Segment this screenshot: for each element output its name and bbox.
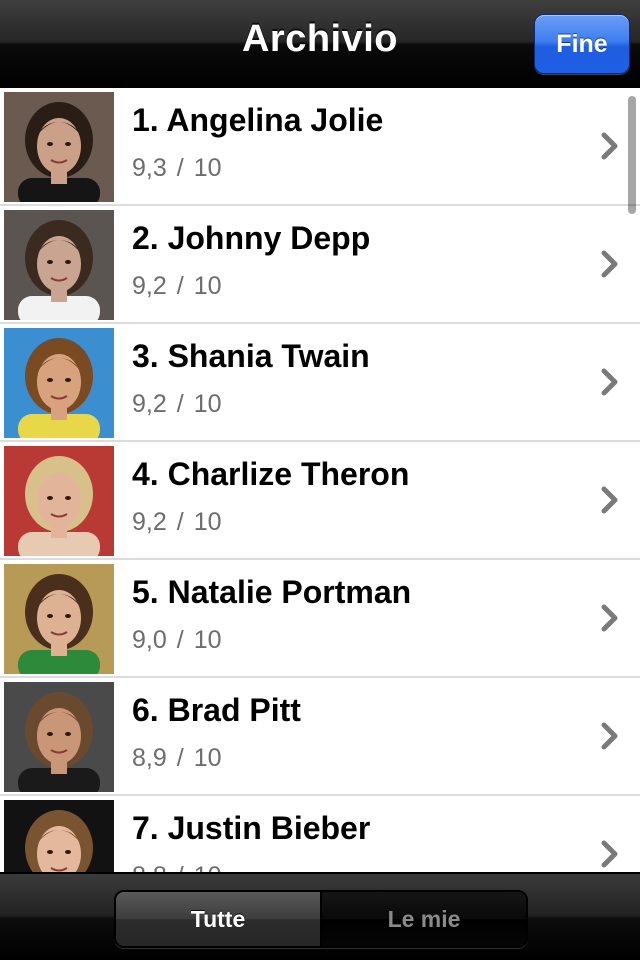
scrollbar[interactable] bbox=[628, 96, 636, 214]
rating-max: 10 bbox=[193, 626, 222, 654]
rating-separator: / bbox=[167, 862, 194, 872]
rating-score: 9,0 bbox=[132, 626, 167, 654]
celebrity-name: 6. Brad Pitt bbox=[132, 692, 301, 728]
chevron-right-icon bbox=[601, 604, 618, 632]
rating-text: 8,9 / 10 bbox=[132, 744, 222, 773]
avatar bbox=[4, 328, 114, 438]
rating-separator: / bbox=[176, 744, 184, 772]
list-item[interactable]: 6. Brad Pitt 8,9 / 10 bbox=[0, 678, 640, 796]
chevron-right-icon bbox=[601, 250, 618, 278]
navigation-bar: Archivio Fine bbox=[0, 0, 640, 88]
rating-max: 10 bbox=[193, 154, 222, 182]
avatar bbox=[4, 92, 114, 202]
avatar bbox=[4, 682, 114, 792]
rating-separator: / bbox=[176, 626, 184, 654]
photo-angelina-jolie bbox=[4, 92, 114, 202]
rating-score: 9,2 bbox=[132, 390, 167, 418]
rating-separator: / bbox=[176, 508, 184, 536]
chevron-right-icon bbox=[601, 722, 618, 750]
list-item[interactable]: 2. Johnny Depp 9,2 / 10 bbox=[0, 206, 640, 324]
rating-score: 9,2 bbox=[132, 508, 167, 536]
rating-text: 9,2 / 10 bbox=[132, 272, 222, 301]
celebrity-name: 4. Charlize Theron bbox=[132, 456, 410, 492]
chevron-right-icon bbox=[601, 486, 618, 514]
rating-text: 9,3 / 10 bbox=[132, 154, 222, 183]
photo-johnny-depp bbox=[4, 210, 114, 320]
rating-score: 8,8 bbox=[132, 862, 167, 872]
list-item[interactable]: 5. Natalie Portman 9,0 / 10 bbox=[0, 560, 640, 678]
celebrity-name: 7. Justin Bieber bbox=[132, 810, 371, 846]
celebrity-name: 5. Natalie Portman bbox=[132, 574, 412, 610]
rating-separator: / bbox=[176, 390, 184, 418]
rating-text: 9,2 / 10 bbox=[132, 390, 222, 419]
avatar bbox=[4, 800, 114, 872]
app-screen: Archivio Fine 1. Angelina Jolie 9,3/10 2. … bbox=[0, 0, 640, 960]
rating-max: 10 bbox=[193, 508, 222, 536]
list-item[interactable]: 7. Justin Bieber 8,8/10 bbox=[0, 796, 640, 872]
photo-charlize-theron bbox=[4, 446, 114, 556]
photo-natalie-portman bbox=[4, 564, 114, 674]
list-item[interactable]: 3. Shania Twain 9,2 / 10 bbox=[0, 324, 640, 442]
rating-score: 9,2 bbox=[132, 272, 167, 300]
avatar bbox=[4, 564, 114, 674]
avatar bbox=[4, 446, 114, 556]
rating-separator: / bbox=[176, 154, 184, 182]
rating-max: 10 bbox=[193, 272, 222, 300]
rating-text: 9,0 / 10 bbox=[132, 626, 222, 655]
filter-segmented-control: Tutte Le mie bbox=[114, 890, 528, 948]
rating-max: 10 bbox=[194, 862, 222, 872]
rating-separator: / bbox=[176, 272, 184, 300]
chevron-right-icon bbox=[601, 840, 618, 868]
rating-text: 8,8/10 bbox=[132, 862, 222, 872]
photo-shania-twain bbox=[4, 328, 114, 438]
list-item[interactable]: 1. Angelina Jolie 9,3 / 10 bbox=[0, 88, 640, 206]
segment-all[interactable]: Tutte bbox=[116, 892, 322, 946]
chevron-right-icon bbox=[601, 132, 618, 160]
celebrity-name: 2. Johnny Depp bbox=[132, 220, 371, 256]
photo-brad-pitt bbox=[4, 682, 114, 792]
celebrity-name: 1. Angelina Jolie bbox=[132, 102, 384, 138]
chevron-right-icon bbox=[601, 368, 618, 396]
done-button[interactable]: Fine bbox=[534, 14, 630, 74]
rating-text: 9,2 / 10 bbox=[132, 508, 222, 537]
list-item[interactable]: 4. Charlize Theron 9,2 / 10 bbox=[0, 442, 640, 560]
rating-max: 10 bbox=[193, 744, 222, 772]
avatar bbox=[4, 210, 114, 320]
segment-mine[interactable]: Le mie bbox=[322, 892, 526, 946]
rating-score: 9,3 bbox=[132, 154, 167, 182]
bottom-toolbar: Tutte Le mie bbox=[0, 872, 640, 960]
rating-max: 10 bbox=[193, 390, 222, 418]
photo-justin-bieber bbox=[4, 800, 114, 872]
celebrity-name: 3. Shania Twain bbox=[132, 338, 370, 374]
ranking-list[interactable]: 1. Angelina Jolie 9,3/10 2. Johnny Depp 9,2… bbox=[0, 88, 640, 872]
rating-score: 8,9 bbox=[132, 744, 167, 772]
